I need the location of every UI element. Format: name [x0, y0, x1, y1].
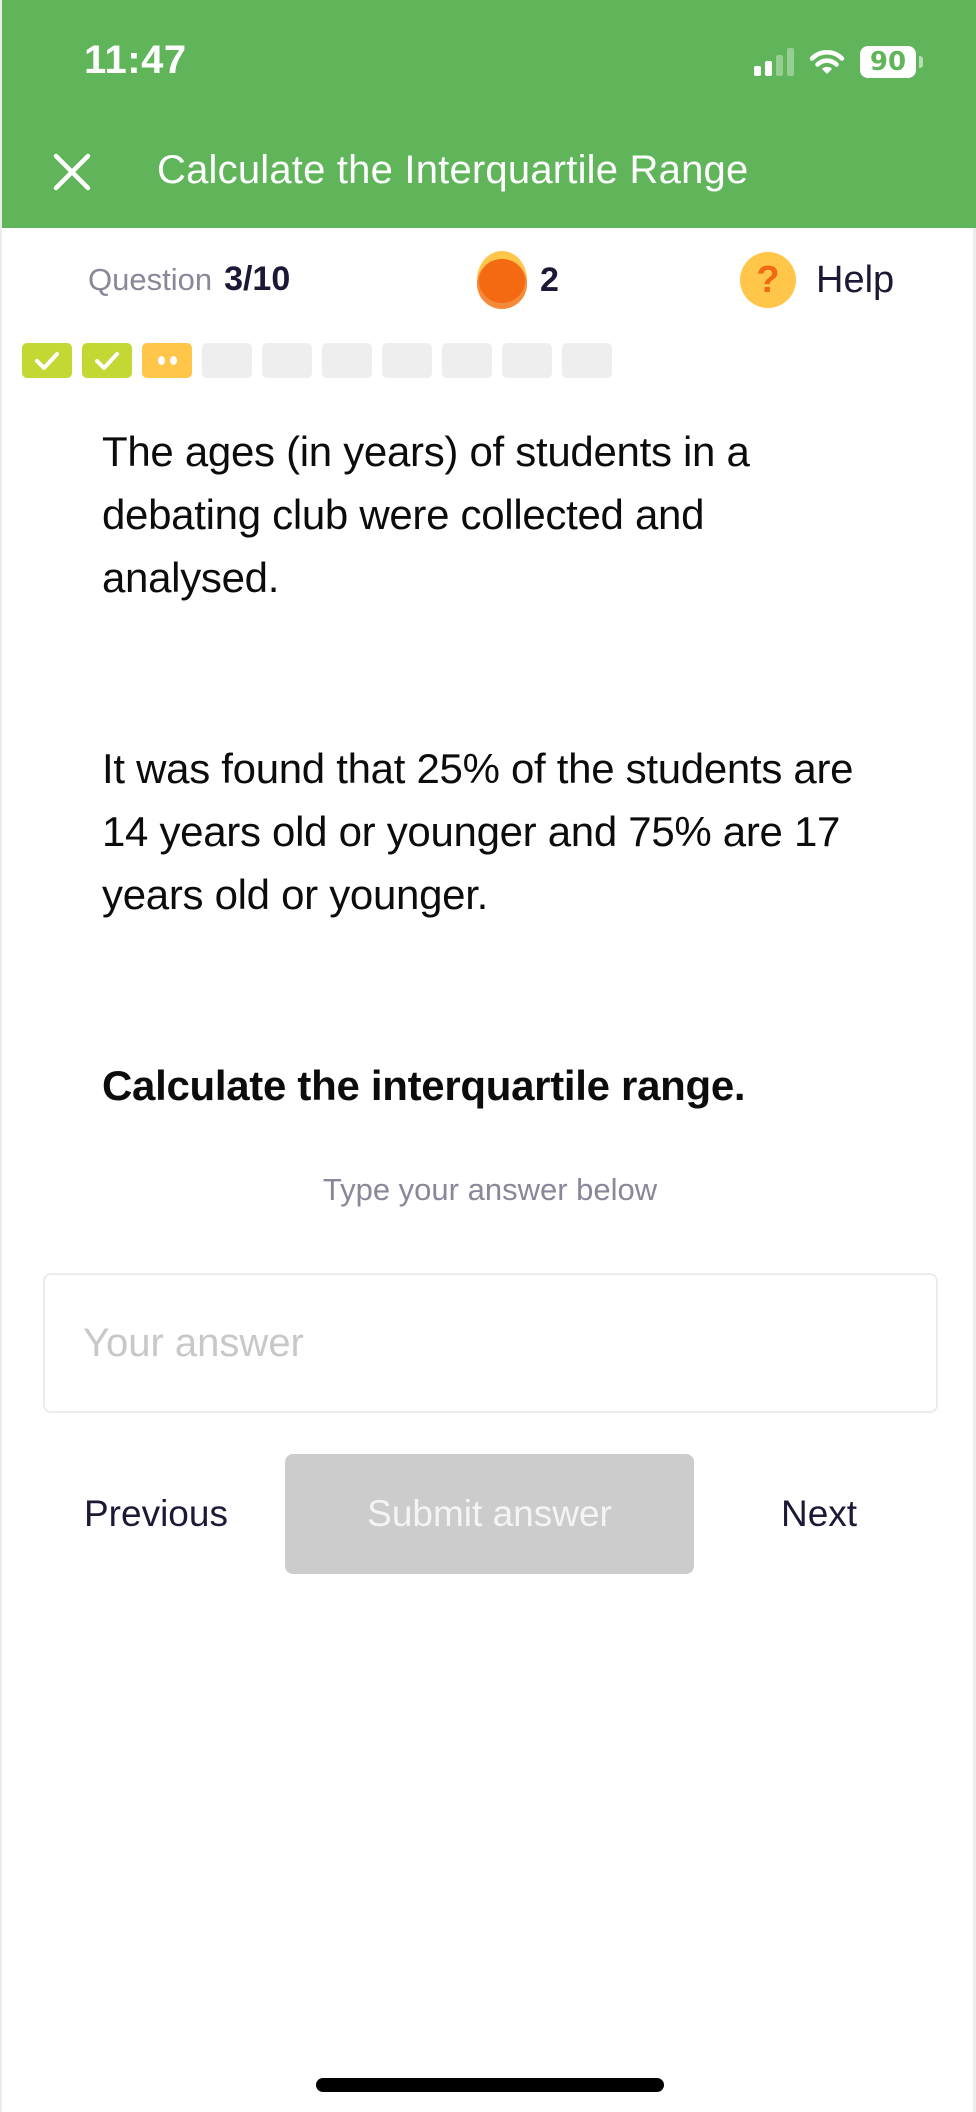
question-mark-icon: ?: [740, 252, 796, 308]
progress-step-7: [382, 343, 432, 378]
battery-icon: 90: [860, 46, 916, 78]
question-counter-label: Question: [88, 262, 213, 297]
battery-level: 90: [869, 47, 907, 77]
coin-count: 2: [540, 260, 559, 299]
next-button[interactable]: Next: [781, 1454, 857, 1574]
progress-step-4: [202, 343, 252, 378]
progress-step-10: [562, 343, 612, 378]
coin-icon: [477, 251, 527, 309]
submit-answer-button[interactable]: Submit answer: [285, 1454, 694, 1574]
question-prompt: Calculate the interquartile range.: [102, 1062, 746, 1109]
check-icon: [35, 351, 59, 370]
question-counter-value: 3/10: [224, 260, 291, 298]
answer-input[interactable]: [43, 1273, 938, 1413]
help-button[interactable]: ? Help: [740, 252, 894, 308]
home-indicator[interactable]: [316, 2078, 664, 2092]
answer-hint: Type your answer below: [322, 1172, 658, 1207]
close-icon[interactable]: [50, 150, 94, 194]
previous-button[interactable]: Previous: [84, 1454, 228, 1574]
status-icons: 90: [754, 44, 923, 80]
coin-counter: 2: [476, 250, 559, 310]
page-title: Calculate the Interquartile Range: [157, 148, 749, 192]
dots-icon: [157, 356, 177, 365]
progress-step-1: [22, 343, 72, 378]
question-info-row: Question 3/10 2 ? Help: [2, 248, 976, 310]
question-progress: [22, 343, 612, 378]
wifi-icon: [809, 50, 845, 74]
question-paragraph-1: The ages (in years) of students in a deb…: [102, 428, 750, 601]
progress-step-8: [442, 343, 492, 378]
progress-step-9: [502, 343, 552, 378]
question-paragraph-2: It was found that 25% of the students ar…: [102, 745, 854, 918]
progress-step-2: [82, 343, 132, 378]
navigation-row: Previous Submit answer Next: [2, 1454, 976, 1574]
help-label: Help: [816, 258, 895, 301]
question-counter: Question 3/10: [88, 260, 290, 299]
progress-step-5: [262, 343, 312, 378]
progress-step-3: [142, 343, 192, 378]
status-time: 11:47: [84, 38, 187, 82]
cellular-signal-icon: [754, 48, 794, 76]
quiz-screen: 11:47 90 Calculate the Interquartile Ran: [0, 0, 976, 2112]
help-symbol: ?: [756, 259, 780, 301]
progress-step-6: [322, 343, 372, 378]
battery-cap: [919, 56, 923, 68]
top-header: 11:47 90 Calculate the Interquartile Ran: [2, 0, 976, 228]
check-icon: [95, 351, 119, 370]
